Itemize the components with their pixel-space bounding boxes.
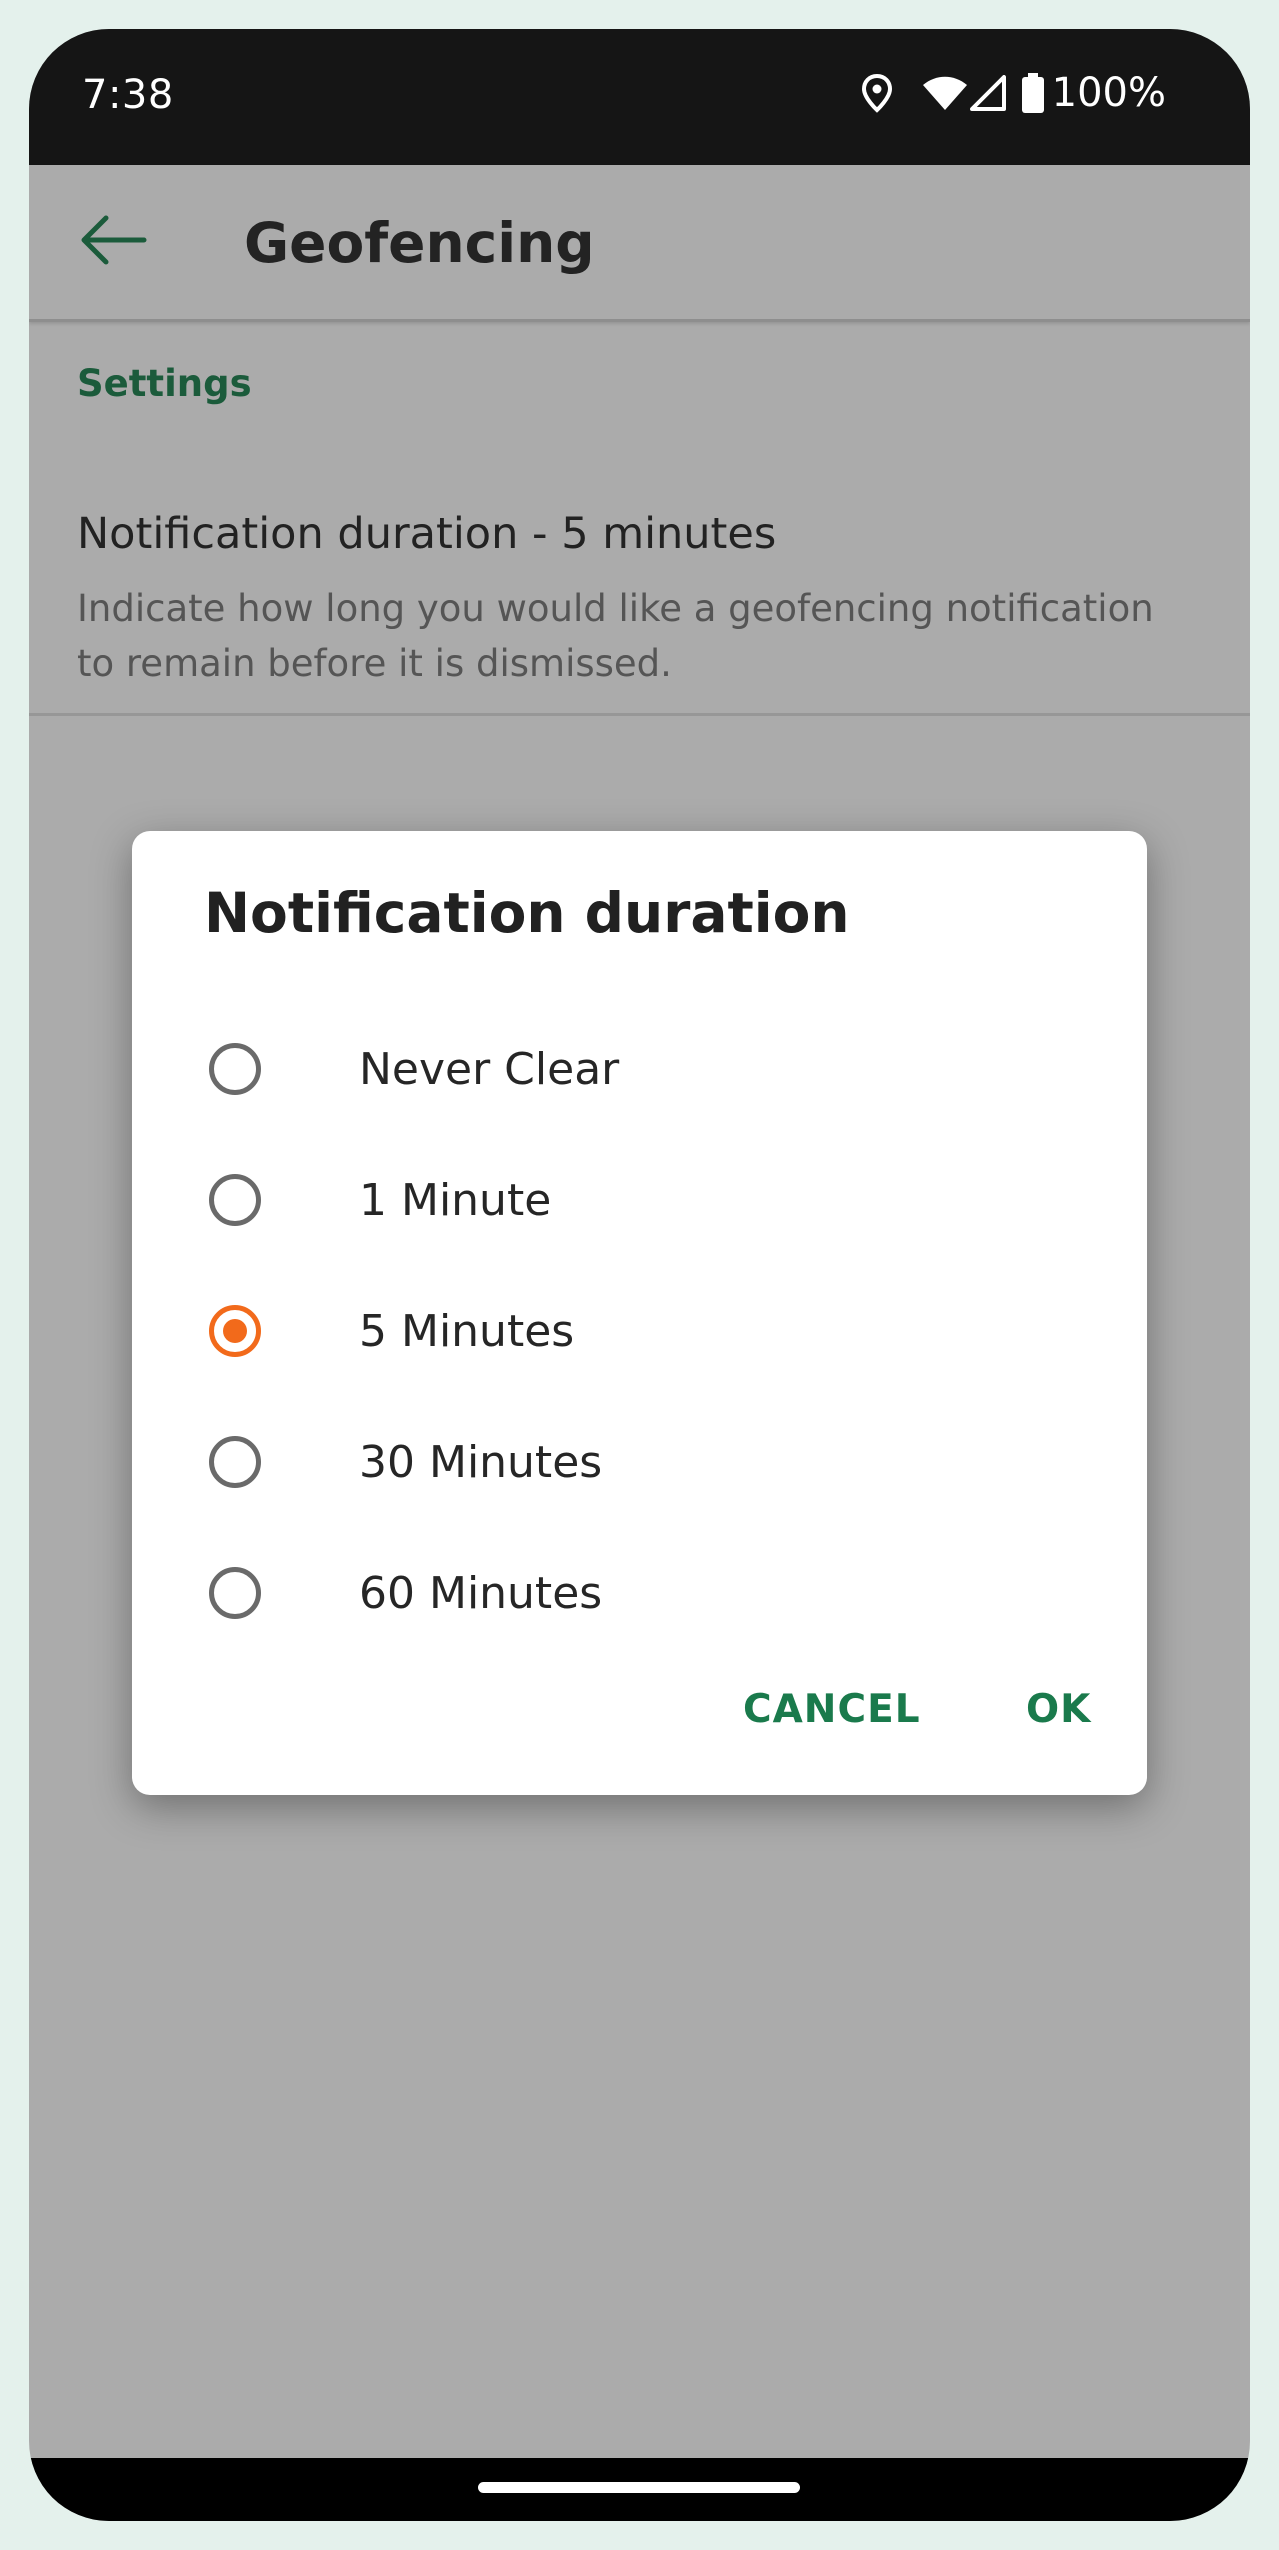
back-button[interactable] — [73, 205, 153, 279]
radio-button[interactable] — [209, 1174, 261, 1226]
home-handle[interactable] — [478, 2482, 800, 2493]
preference-title: Notification duration - 5 minutes — [77, 509, 777, 559]
preference-summary: Indicate how long you would like a geofe… — [77, 587, 1154, 685]
status-time: 7:38 — [82, 72, 174, 118]
status-bar: 7:38 100% — [29, 29, 1250, 165]
option-label: 30 Minutes — [359, 1437, 603, 1488]
option-5-minutes[interactable]: 5 Minutes — [132, 1269, 1147, 1400]
option-30-minutes[interactable]: 30 Minutes — [132, 1400, 1147, 1531]
ok-button[interactable]: OK — [1026, 1687, 1091, 1751]
navigation-bar — [29, 2458, 1250, 2521]
wifi-icon — [922, 75, 968, 111]
option-label: 1 Minute — [359, 1175, 552, 1226]
notification-duration-preference[interactable]: Notification duration - 5 minutes Indica… — [29, 499, 1250, 716]
app-bar: Geofencing — [29, 165, 1250, 322]
option-1-minute[interactable]: 1 Minute — [132, 1138, 1147, 1269]
battery-percent: 100% — [1051, 70, 1166, 116]
dialog-title: Notification duration — [204, 881, 850, 945]
option-60-minutes[interactable]: 60 Minutes — [132, 1531, 1147, 1662]
page-title: Geofencing — [244, 211, 595, 275]
option-label: 60 Minutes — [359, 1568, 603, 1619]
cancel-button[interactable]: CANCEL — [743, 1687, 921, 1751]
back-arrow-icon — [78, 214, 148, 271]
location-icon — [861, 73, 892, 113]
phone-screen: 7:38 100% Geofencing Settings Notificati… — [29, 29, 1250, 2521]
battery-icon — [1021, 73, 1044, 113]
option-label: Never Clear — [359, 1044, 620, 1095]
option-label: 5 Minutes — [359, 1306, 575, 1357]
settings-section-header: Settings — [77, 362, 252, 405]
option-never-clear[interactable]: Never Clear — [132, 1007, 1147, 1138]
cell-signal-icon — [969, 75, 1006, 111]
radio-button[interactable] — [209, 1436, 261, 1488]
radio-button-selected[interactable] — [209, 1305, 261, 1357]
radio-button[interactable] — [209, 1043, 261, 1095]
notification-duration-dialog: Notification duration Never Clear 1 Minu… — [132, 831, 1147, 1795]
status-icons: 100% — [861, 65, 1166, 121]
radio-button[interactable] — [209, 1567, 261, 1619]
